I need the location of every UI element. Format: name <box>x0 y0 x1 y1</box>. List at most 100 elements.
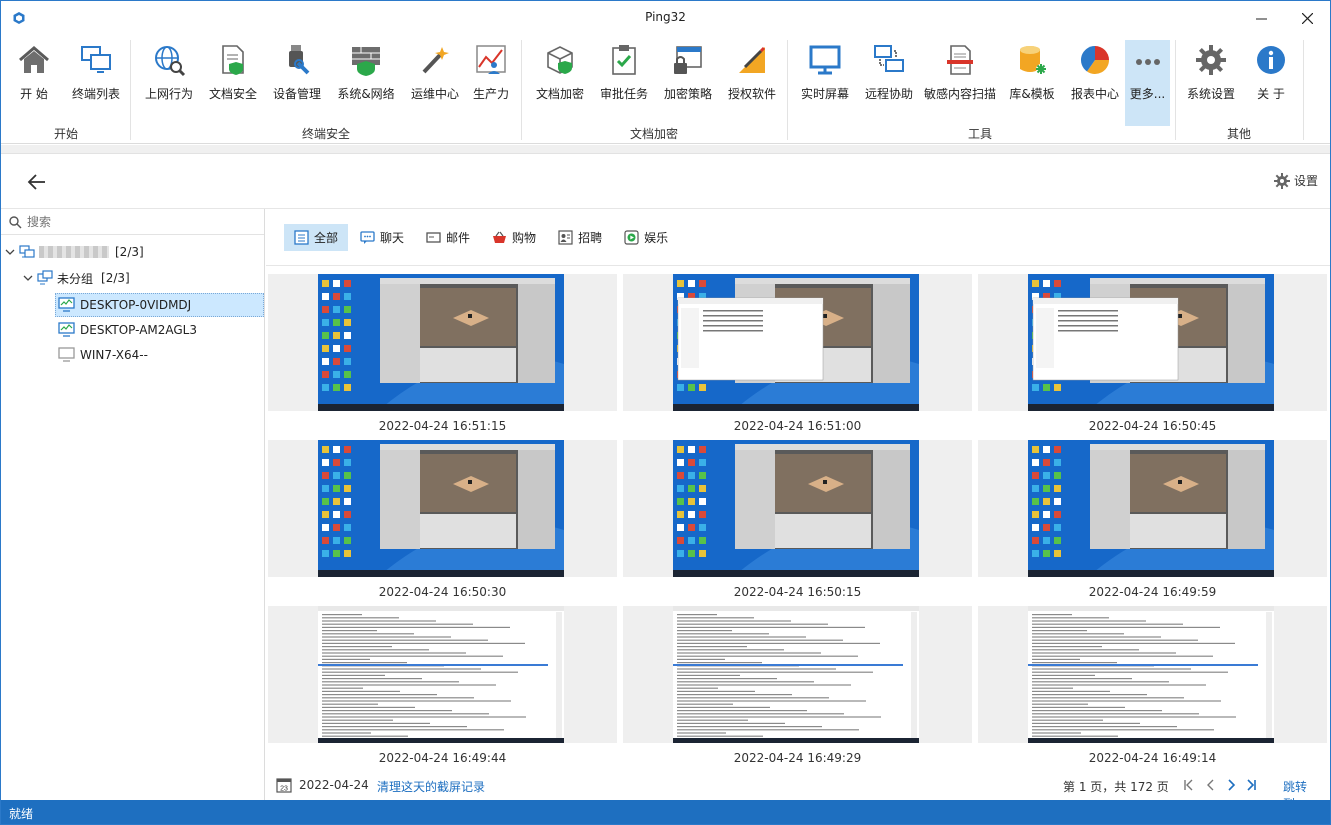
ribbon-document-encryption-button[interactable]: 文档加密 <box>530 40 590 120</box>
screenshot-thumbnail[interactable] <box>978 274 1327 411</box>
tab-all[interactable]: 全部 <box>284 224 349 251</box>
screenshot-timestamp: 2022-04-24 16:49:14 <box>1088 751 1217 765</box>
prev-page-icon[interactable] <box>1204 778 1218 792</box>
main-panel: 全部 聊天 邮件 购物 招聘 娱乐 2022-04-24 16:51:15 20… <box>266 209 1330 811</box>
ribbon-label: 远程协助 <box>864 87 913 101</box>
ribbon-remote-assist-button[interactable]: 远程协助 <box>859 40 919 120</box>
ribbon-ops-center-button[interactable]: 运维中心 <box>405 40 465 120</box>
tab-chat[interactable]: 聊天 <box>350 224 414 251</box>
entertainment-icon <box>624 230 639 245</box>
first-page-icon[interactable] <box>1182 778 1196 792</box>
screenshot-thumbnail[interactable] <box>978 606 1327 743</box>
screenshot-thumbnail[interactable] <box>268 440 617 577</box>
app-window: Ping32 开 始 终端列表 上网行为 文档安全 设备管理 系统&网络 运维中… <box>0 0 1331 825</box>
calendar-icon[interactable]: 23 <box>276 777 292 793</box>
more-icon <box>1135 59 1160 65</box>
ribbon-library-template-button[interactable]: 库&模板 <box>1003 40 1061 120</box>
ribbon-realtime-screen-button[interactable]: 实时屏幕 <box>796 40 854 120</box>
last-page-icon[interactable] <box>1244 778 1258 792</box>
ribbon-label: 报表中心 <box>1070 87 1119 101</box>
tab-entertainment[interactable]: 娱乐 <box>614 224 678 251</box>
ribbon-productivity-button[interactable]: 生产力 <box>467 40 515 120</box>
device-name: DESKTOP-0VIDMDJ <box>80 298 192 312</box>
ribbon-start-button[interactable]: 开 始 <box>9 40 59 120</box>
ribbon-system-network-button[interactable]: 系统&网络 <box>334 40 398 120</box>
next-page-icon[interactable] <box>1224 778 1238 792</box>
home-icon <box>19 46 49 73</box>
tab-recruit[interactable]: 招聘 <box>548 224 612 251</box>
screenshot-image <box>673 606 919 743</box>
close-button[interactable] <box>1284 4 1330 32</box>
screenshot-thumbnail[interactable] <box>623 274 972 411</box>
nav-bar: 设置 <box>1 155 1330 209</box>
tab-label: 购物 <box>512 231 537 245</box>
system-settings-icon <box>1196 45 1226 75</box>
ribbon-approval-task-button[interactable]: 审批任务 <box>595 40 653 120</box>
screenshot-timestamp: 2022-04-24 16:49:44 <box>378 751 507 765</box>
status-text: 就绪 <box>9 807 34 821</box>
tab-label: 聊天 <box>380 231 405 245</box>
ribbon-document-security-button[interactable]: 文档安全 <box>203 40 263 120</box>
screenshot-thumbnail[interactable] <box>268 274 617 411</box>
screenshot-timestamp: 2022-04-24 16:50:30 <box>378 585 507 599</box>
tab-divider <box>266 265 1330 266</box>
ribbon-group-label: 终端安全 <box>301 127 350 141</box>
tab-label: 娱乐 <box>644 231 669 245</box>
back-arrow-icon <box>27 174 45 190</box>
tree-device-item[interactable]: DESKTOP-0VIDMDJ <box>55 293 264 317</box>
tree-device-item[interactable]: WIN7-X64-- <box>55 343 148 367</box>
screenshot-thumbnail[interactable] <box>268 606 617 743</box>
ribbon-more-button[interactable]: 更多... <box>1125 40 1170 126</box>
tab-label: 招聘 <box>578 231 603 245</box>
settings-label: 设置 <box>1293 174 1318 188</box>
tree-group-node[interactable]: 未分组 [2/3] <box>23 266 130 290</box>
chevron-down-icon[interactable] <box>5 247 15 257</box>
ribbon-group-label: 工具 <box>967 127 992 141</box>
screenshot-image <box>1028 274 1274 411</box>
tab-label: 邮件 <box>446 231 471 245</box>
ribbon-label: 授权软件 <box>727 87 776 101</box>
ribbon-device-management-button[interactable]: 设备管理 <box>267 40 327 120</box>
ribbon-label: 开 始 <box>20 87 48 101</box>
page-info: 第 1 页，共 172 页 <box>1063 780 1169 794</box>
screenshot-thumbnail[interactable] <box>623 606 972 743</box>
ribbon-sensitive-scan-button[interactable]: 敏感内容扫描 <box>921 40 999 120</box>
tab-mail[interactable]: 邮件 <box>416 224 480 251</box>
screenshot-thumbnail[interactable] <box>978 440 1327 577</box>
tab-shopping[interactable]: 购物 <box>482 224 546 251</box>
about-icon <box>1257 46 1285 74</box>
ribbon-report-center-button[interactable]: 报表中心 <box>1065 40 1125 120</box>
ribbon-system-settings-button[interactable]: 系统设置 <box>1184 40 1238 120</box>
ribbon-terminal-list-button[interactable]: 终端列表 <box>67 40 125 120</box>
ribbon-encryption-policy-button[interactable]: 加密策略 <box>658 40 718 120</box>
ribbon-separator <box>1303 40 1304 140</box>
chevron-down-icon[interactable] <box>23 273 33 283</box>
ribbon-separator <box>1175 40 1176 140</box>
settings-link[interactable]: 设置 <box>1273 172 1318 189</box>
ribbon-licensed-software-button[interactable]: 授权软件 <box>723 40 781 120</box>
clear-records-link[interactable]: 清理这天的截屏记录 <box>377 778 485 795</box>
licensed-software-icon <box>739 46 766 73</box>
approval-task-icon <box>612 45 636 75</box>
online-computer-icon <box>58 322 75 337</box>
ribbon-web-behavior-button[interactable]: 上网行为 <box>139 40 199 120</box>
screenshot-image <box>318 606 564 743</box>
device-name: DESKTOP-AM2AGL3 <box>80 323 198 337</box>
ribbon-label: 设备管理 <box>272 87 321 101</box>
shopping-icon <box>493 231 507 243</box>
ribbon-separator <box>130 40 131 140</box>
search-input[interactable] <box>27 212 257 232</box>
back-button[interactable] <box>25 171 49 193</box>
screenshot-thumbnail[interactable] <box>623 440 972 577</box>
device-name: WIN7-X64-- <box>80 348 148 362</box>
ribbon-about-button[interactable]: 关 于 <box>1245 40 1297 120</box>
category-tabs: 全部 聊天 邮件 购物 招聘 娱乐 <box>284 224 680 251</box>
remote-assist-icon <box>874 45 904 72</box>
minimize-icon <box>1255 18 1267 19</box>
group-computer-icon <box>37 270 53 285</box>
ribbon-label: 敏感内容扫描 <box>923 87 996 101</box>
tree-device-item[interactable]: DESKTOP-AM2AGL3 <box>55 318 197 342</box>
ribbon-label: 系统&网络 <box>337 87 395 101</box>
tree-root-node[interactable]: [2/3] <box>5 240 144 264</box>
minimize-button[interactable] <box>1238 4 1284 32</box>
